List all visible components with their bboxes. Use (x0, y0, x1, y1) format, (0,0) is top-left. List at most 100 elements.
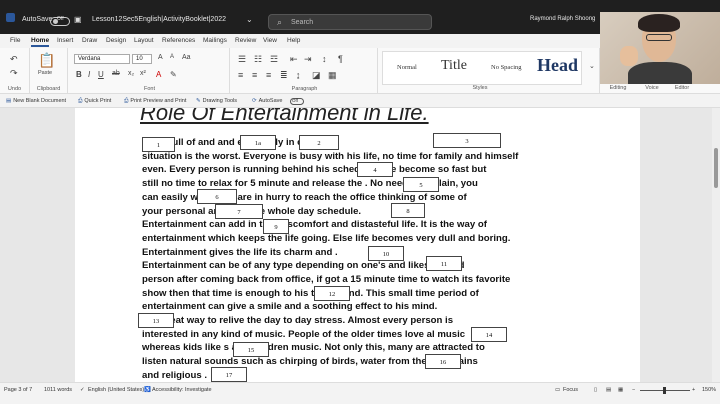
bullets-icon[interactable]: ☰ (238, 54, 246, 65)
vertical-scrollbar[interactable] (712, 108, 720, 382)
tab-design[interactable]: Design (106, 37, 126, 44)
style-heading[interactable]: Head (537, 55, 578, 76)
underline-icon[interactable]: U (98, 70, 104, 79)
blank-box[interactable]: 3 (433, 133, 501, 148)
print-preview-button[interactable]: ⎙ Print Preview and Print (124, 98, 186, 105)
italic-icon[interactable]: I (88, 70, 90, 79)
zoom-level[interactable]: 150% (702, 387, 716, 393)
blank-box[interactable]: 2 (299, 135, 339, 150)
blank-box[interactable]: 10 (368, 246, 404, 261)
webcam-person-hand (620, 46, 638, 66)
language[interactable]: English (United States) (88, 387, 144, 393)
align-left-icon[interactable]: ≡ (238, 70, 243, 80)
tab-file[interactable]: File (10, 37, 20, 44)
new-blank-document-button[interactable]: ▤ New Blank Document (6, 98, 66, 104)
paragraph-group: ☰ ☷ ☲ ⇤ ⇥ ↕ ¶ ≡ ≡ ≡ ≣ ↨ ◪ ▦ Paragraph (232, 48, 378, 94)
redo-icon[interactable]: ↷ (10, 68, 18, 79)
blank-box[interactable]: 4 (357, 162, 393, 177)
shrink-font-icon[interactable]: A (170, 54, 174, 60)
print-layout-icon[interactable]: ▤ (606, 387, 611, 393)
font-size-box[interactable]: 10 (132, 54, 152, 64)
word-count[interactable]: 1011 words (44, 387, 72, 393)
subscript-icon[interactable]: x₂ (128, 70, 134, 77)
read-mode-icon[interactable]: ▯ (594, 387, 597, 393)
undo-icon[interactable]: ↶ (10, 54, 18, 65)
blank-box[interactable]: 5 (403, 177, 439, 192)
tab-layout[interactable]: Layout (134, 37, 154, 44)
blank-box[interactable]: 14 (471, 327, 507, 342)
tab-insert[interactable]: Insert (57, 37, 73, 44)
blank-box[interactable]: 7 (215, 204, 263, 219)
tab-draw[interactable]: Draw (82, 37, 97, 44)
paste-label: Paste (38, 70, 53, 76)
change-case-icon[interactable]: Aa (182, 54, 191, 61)
sort-icon[interactable]: ↕ (322, 54, 327, 64)
justify-icon[interactable]: ≣ (280, 70, 288, 81)
align-right-icon[interactable]: ≡ (266, 70, 271, 80)
print-preview-icon: ⎙ (124, 98, 129, 104)
chevron-down-icon[interactable]: ⌄ (589, 62, 595, 70)
blank-box[interactable]: 11 (426, 256, 462, 271)
save-icon[interactable]: ▣ (74, 15, 82, 24)
blank-box[interactable]: 13 (138, 313, 174, 328)
zoom-out-icon[interactable]: − (632, 387, 635, 393)
increase-indent-icon[interactable]: ⇥ (304, 54, 312, 65)
font-name-box[interactable]: Verdana (74, 54, 130, 64)
chevron-down-icon[interactable]: ⌄ (246, 15, 253, 24)
blank-box[interactable]: 8 (391, 203, 425, 218)
show-marks-icon[interactable]: ¶ (338, 54, 343, 64)
blank-box[interactable]: 6 (197, 189, 237, 204)
grow-font-icon[interactable]: A (158, 54, 163, 61)
decrease-indent-icon[interactable]: ⇤ (290, 54, 298, 65)
font-group-label: Font (143, 86, 155, 92)
blank-box[interactable]: 17 (211, 367, 247, 382)
blank-box[interactable]: 1 (142, 137, 175, 152)
align-center-icon[interactable]: ≡ (252, 70, 257, 80)
search-box[interactable]: ⌕ Search (268, 14, 432, 30)
bold-icon[interactable]: B (76, 70, 82, 79)
borders-icon[interactable]: ▦ (328, 70, 337, 81)
scrollbar-thumb[interactable] (714, 148, 718, 188)
blank-box[interactable]: 16 (425, 354, 461, 369)
numbering-icon[interactable]: ☷ (254, 54, 262, 65)
styles-scroll[interactable]: ⌄ (586, 48, 600, 94)
tab-home[interactable]: Home (31, 37, 50, 47)
highlight-icon[interactable]: ✎ (170, 70, 177, 79)
page-count[interactable]: Page 3 of 7 (4, 387, 32, 393)
document-page[interactable]: Role Of Entertainment in Life. life is f… (75, 108, 640, 382)
line-spacing-icon[interactable]: ↨ (296, 70, 301, 80)
zoom-slider-thumb[interactable] (663, 387, 666, 394)
proofing-icon[interactable]: ✓ (80, 387, 85, 393)
user-name[interactable]: Raymond Ralph Shoong (530, 16, 595, 22)
search-icon: ⌕ (277, 17, 283, 27)
doc-line-14: is a great way to relive the day to day … (142, 315, 454, 326)
tab-references[interactable]: References (162, 37, 195, 44)
blank-box[interactable]: 15 (233, 342, 269, 357)
blank-box[interactable]: 9 (263, 219, 289, 234)
accessibility-status[interactable]: Accessibility: Investigate (152, 387, 212, 393)
blank-box[interactable]: 1a (240, 135, 276, 150)
tab-mailings[interactable]: Mailings (203, 37, 227, 44)
style-no-spacing[interactable]: No Spacing (491, 64, 522, 71)
quickbar-autosave-state: Off (292, 98, 298, 103)
focus-button[interactable]: Focus (563, 387, 578, 393)
zoom-in-icon[interactable]: + (692, 387, 695, 393)
quick-print-button[interactable]: ⎙ Quick Print (78, 98, 111, 105)
font-color-icon[interactable]: A (156, 70, 161, 79)
multilevel-list-icon[interactable]: ☲ (270, 54, 278, 65)
shading-icon[interactable]: ◪ (312, 70, 321, 81)
tab-help[interactable]: Help (287, 37, 300, 44)
superscript-icon[interactable]: x² (140, 70, 146, 77)
style-normal[interactable]: Normal (397, 64, 417, 71)
paste-icon[interactable]: 📋 (38, 52, 55, 69)
style-title[interactable]: Title (441, 58, 467, 74)
document-title: Role Of Entertainment in Life. (140, 108, 429, 125)
strikethrough-icon[interactable]: ab (112, 70, 120, 77)
tab-review[interactable]: Review (235, 37, 256, 44)
doc-line-2: situation is the worst. Everyone is busy… (142, 151, 519, 162)
tab-view[interactable]: View (263, 37, 277, 44)
blank-box[interactable]: 12 (314, 286, 350, 301)
drawing-tools-button[interactable]: ✎ Drawing Tools (196, 98, 237, 104)
clipboard-group: 📋 Paste Clipboard (30, 48, 68, 94)
web-layout-icon[interactable]: ▦ (618, 387, 623, 393)
